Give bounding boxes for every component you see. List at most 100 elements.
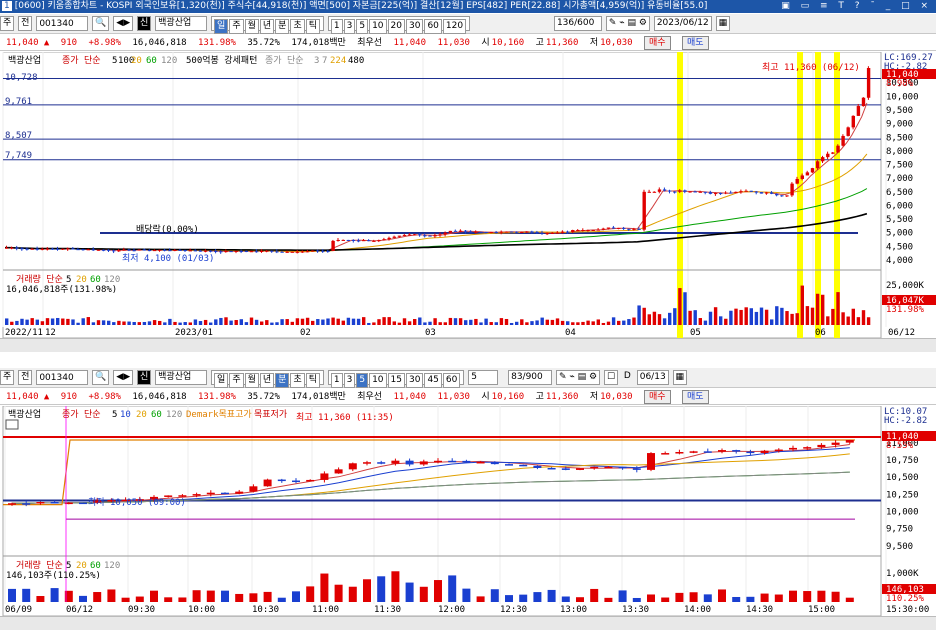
market-mode-button[interactable]: 전 bbox=[18, 16, 33, 31]
b-interval-button-2[interactable]: 5 bbox=[356, 373, 369, 388]
b-candle bbox=[632, 468, 641, 470]
b-period-tab-2[interactable]: 월 bbox=[244, 373, 259, 388]
b-volume-bar bbox=[164, 597, 173, 602]
b-volume-bar bbox=[845, 597, 854, 602]
stock-name-field[interactable]: 백광산업 bbox=[155, 16, 208, 31]
b-interval-button-1[interactable]: 3 bbox=[343, 373, 356, 388]
b-ask-price: 11,040 bbox=[393, 392, 427, 402]
top-period-tab-1[interactable]: 주 bbox=[229, 19, 244, 34]
buy-button[interactable]: 매수 bbox=[644, 36, 671, 50]
top-candle bbox=[474, 231, 478, 233]
b-interval-button-3[interactable]: 10 bbox=[369, 373, 387, 388]
top-volume-bar bbox=[244, 322, 249, 325]
date-field[interactable]: 2023/06/12 bbox=[653, 16, 712, 31]
top-volume-bar bbox=[617, 320, 621, 325]
bottom-scrollbar[interactable] bbox=[0, 616, 936, 630]
top-candle bbox=[423, 235, 427, 237]
top-candle bbox=[234, 250, 238, 252]
b-volume-bar bbox=[505, 595, 513, 602]
top-interval-button-5[interactable]: 30 bbox=[405, 19, 424, 34]
window-controls[interactable]: ▣ ▭ ≡ T ? ˉ _ □ × bbox=[781, 0, 932, 13]
b-y-tick: 10,000 bbox=[886, 508, 919, 518]
b-interval-button-5[interactable]: 30 bbox=[405, 373, 424, 388]
top-candle bbox=[815, 161, 820, 169]
top-volume-bar bbox=[239, 319, 243, 325]
top-period-tab-5[interactable]: 초 bbox=[290, 19, 305, 34]
b-n-field[interactable]: 5 bbox=[468, 370, 499, 385]
top-candle bbox=[617, 227, 621, 229]
period-mode-button[interactable]: 주 bbox=[0, 16, 15, 31]
b-market-mode-button[interactable]: 전 bbox=[18, 370, 33, 385]
b-period-tab-1[interactable]: 주 bbox=[229, 373, 244, 388]
top-interval-button-7[interactable]: 120 bbox=[442, 19, 467, 34]
b-candle bbox=[675, 452, 684, 454]
top-interval-button-3[interactable]: 10 bbox=[369, 19, 387, 34]
b-tool-icons[interactable]: ✎ ⌁ ▤ ⚙ bbox=[555, 370, 601, 385]
b-prev-next-icon[interactable]: ◀▶ bbox=[113, 370, 134, 385]
top-candle bbox=[545, 233, 549, 235]
top-y-tick: 9,000 bbox=[886, 120, 913, 130]
b-candle bbox=[476, 461, 485, 464]
top-volume-bar bbox=[826, 316, 830, 325]
top-interval-button-2[interactable]: 5 bbox=[356, 19, 369, 34]
b-interval-button-0[interactable]: 1 bbox=[330, 373, 343, 388]
b-period-tab-6[interactable]: 틱 bbox=[305, 373, 320, 388]
top-volume-bar bbox=[555, 318, 560, 325]
b-interval-button-6[interactable]: 45 bbox=[424, 373, 442, 388]
b-period-tab-3[interactable]: 년 bbox=[259, 373, 275, 388]
b-candle bbox=[505, 464, 513, 466]
top-scrollbar[interactable] bbox=[0, 338, 936, 352]
b-sell-button[interactable]: 매도 bbox=[682, 390, 709, 404]
turnover-rate: 35.72% bbox=[247, 38, 280, 48]
b-date-field[interactable]: 06/13 bbox=[636, 370, 669, 385]
top-volume-bar bbox=[754, 311, 759, 325]
top-volume-bar bbox=[601, 322, 606, 325]
stock-code-input[interactable] bbox=[36, 16, 89, 31]
top-interval-button-6[interactable]: 60 bbox=[424, 19, 442, 34]
top-interval-button-0[interactable]: 1 bbox=[330, 19, 343, 34]
minute-chart[interactable]: 11,00010,75010,50010,25010,0009,7509,500… bbox=[0, 406, 936, 616]
b-y-tick: 10,500 bbox=[886, 473, 919, 483]
b-count-field[interactable]: 83/900 bbox=[508, 370, 553, 385]
top-volume-bar bbox=[851, 308, 855, 325]
b-period-tab-5[interactable]: 초 bbox=[290, 373, 305, 388]
b-interval-button-4[interactable]: 15 bbox=[387, 373, 405, 388]
b-interval-button-7[interactable]: 60 bbox=[442, 373, 461, 388]
b-search-icon[interactable]: 🔍 bbox=[92, 370, 110, 385]
b-ma-120: 120 bbox=[166, 410, 182, 420]
top-period-tab-2[interactable]: 월 bbox=[244, 19, 259, 34]
top-interval-button-4[interactable]: 20 bbox=[387, 19, 405, 34]
b-price-change: 910 bbox=[60, 392, 78, 402]
top-candle bbox=[841, 135, 845, 146]
top-interval-button-1[interactable]: 3 bbox=[343, 19, 356, 34]
top-period-tab-6[interactable]: 틱 bbox=[305, 19, 320, 34]
top-candle bbox=[856, 106, 861, 116]
top-period-tab-4[interactable]: 분 bbox=[275, 19, 290, 34]
b-x-tick: 15:00 bbox=[808, 605, 835, 615]
b-volume-bar bbox=[292, 591, 300, 602]
calendar-icon[interactable]: ▦ bbox=[715, 16, 731, 31]
b-x-tick: 10:30 bbox=[252, 605, 279, 615]
b-calendar-icon[interactable]: ▦ bbox=[672, 370, 688, 385]
b-period-mode-button[interactable]: 주 bbox=[0, 370, 15, 385]
top-candle bbox=[458, 230, 463, 232]
b-stock-name-field[interactable]: 백광산업 bbox=[155, 370, 208, 385]
b-period-tab-0[interactable]: 일 bbox=[214, 373, 229, 388]
prev-next-icon[interactable]: ◀▶ bbox=[113, 16, 134, 31]
top-period-tab-3[interactable]: 년 bbox=[259, 19, 275, 34]
b-buy-button[interactable]: 매수 bbox=[644, 390, 671, 404]
sell-button[interactable]: 매도 bbox=[682, 36, 709, 50]
top-period-tab-0[interactable]: 일 bbox=[214, 19, 229, 34]
top-volume-bar bbox=[560, 320, 565, 325]
tool-icons[interactable]: ✎ ⌁ ▤ ⚙ bbox=[605, 16, 650, 31]
b-period-tab-4[interactable]: 분 bbox=[275, 373, 290, 388]
top-volume-bar bbox=[790, 313, 794, 325]
search-icon[interactable]: 🔍 bbox=[92, 16, 110, 31]
b-date-checkbox[interactable]: ☐ bbox=[603, 370, 619, 385]
b-stock-code-input[interactable] bbox=[36, 370, 89, 385]
daily-chart[interactable]: 10,50010,0009,5009,0008,5008,0007,5007,0… bbox=[0, 52, 936, 338]
count-field[interactable]: 136/600 bbox=[553, 16, 602, 31]
b-ma-20: 20 bbox=[136, 410, 147, 420]
b-volume-rate: 131.98% bbox=[198, 392, 236, 402]
top-candle bbox=[515, 231, 519, 233]
